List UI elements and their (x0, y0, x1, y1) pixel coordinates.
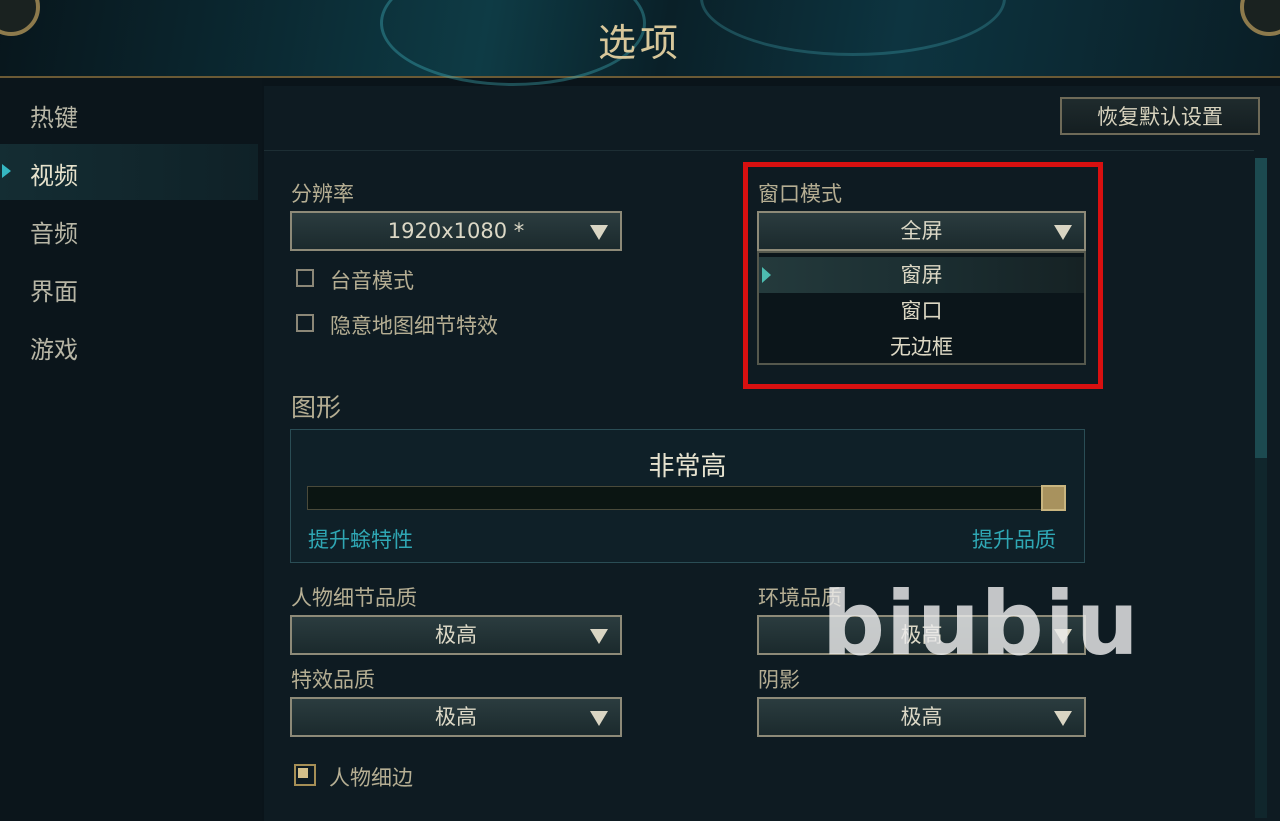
character-outline-checkbox[interactable] (294, 764, 316, 786)
sidebar-item-video[interactable]: 视频 (0, 144, 258, 200)
chevron-down-icon (590, 225, 608, 240)
window-header: 选项 (0, 0, 1280, 86)
graphics-quality-slider[interactable] (307, 486, 1063, 510)
sidebar-item-label: 游戏 (30, 336, 78, 364)
resolution-value: 1920x1080 * (387, 219, 525, 243)
sidebar-item-label: 视频 (30, 162, 78, 190)
slider-handle[interactable] (1041, 485, 1066, 511)
dropdown-value: 极高 (435, 705, 477, 729)
chevron-down-icon (590, 629, 608, 644)
character-quality-label: 人物细节品质 (291, 586, 417, 610)
character-outline-label: 人物细边 (329, 766, 413, 790)
chevron-down-icon (590, 711, 608, 726)
sidebar-item-interface[interactable]: 界面 (0, 260, 258, 316)
sidebar-item-label: 界面 (30, 278, 78, 306)
scrollbar-thumb[interactable] (1255, 158, 1267, 458)
sidebar-item-audio[interactable]: 音频 (0, 202, 258, 258)
page-title: 选项 (597, 21, 682, 65)
effects-quality-label: 特效品质 (291, 668, 375, 692)
graphics-level-label: 非常高 (648, 452, 727, 482)
resolution-dropdown[interactable]: 1920x1080 * (290, 211, 622, 251)
colorblind-mode-checkbox[interactable] (296, 269, 314, 287)
graphics-heading: 图形 (291, 393, 342, 422)
dropdown-value: 极高 (900, 705, 943, 729)
restore-defaults-button[interactable]: 恢复默认设置 (1060, 97, 1260, 135)
character-quality-dropdown[interactable]: 极高 (290, 615, 622, 655)
performance-hint: 提升蜍特性 (308, 528, 413, 552)
divider (264, 150, 1254, 151)
hide-map-effects-label: 隐意地图细节特效 (330, 314, 498, 338)
sidebar-item-label: 音频 (30, 220, 78, 248)
highlight-annotation-box (743, 162, 1103, 389)
shadow-quality-dropdown[interactable]: 极高 (757, 697, 1086, 737)
sidebar-item-game[interactable]: 游戏 (0, 318, 258, 374)
effects-quality-dropdown[interactable]: 极高 (290, 697, 622, 737)
sidebar-item-hotkeys[interactable]: 热键 (0, 86, 258, 142)
quality-hint: 提升品质 (972, 528, 1056, 552)
sidebar: 热键 视频 音频 界面 游戏 (0, 78, 262, 821)
colorblind-mode-label: 台音模式 (330, 269, 414, 293)
sidebar-item-label: 热键 (30, 104, 78, 132)
resolution-label: 分辨率 (291, 182, 354, 206)
shadow-quality-label: 阴影 (758, 668, 800, 692)
hide-map-effects-checkbox[interactable] (296, 314, 314, 332)
watermark: biubiu (822, 572, 1140, 675)
dropdown-value: 极高 (435, 623, 477, 647)
active-indicator-icon (2, 164, 11, 178)
chevron-down-icon (1054, 711, 1072, 726)
